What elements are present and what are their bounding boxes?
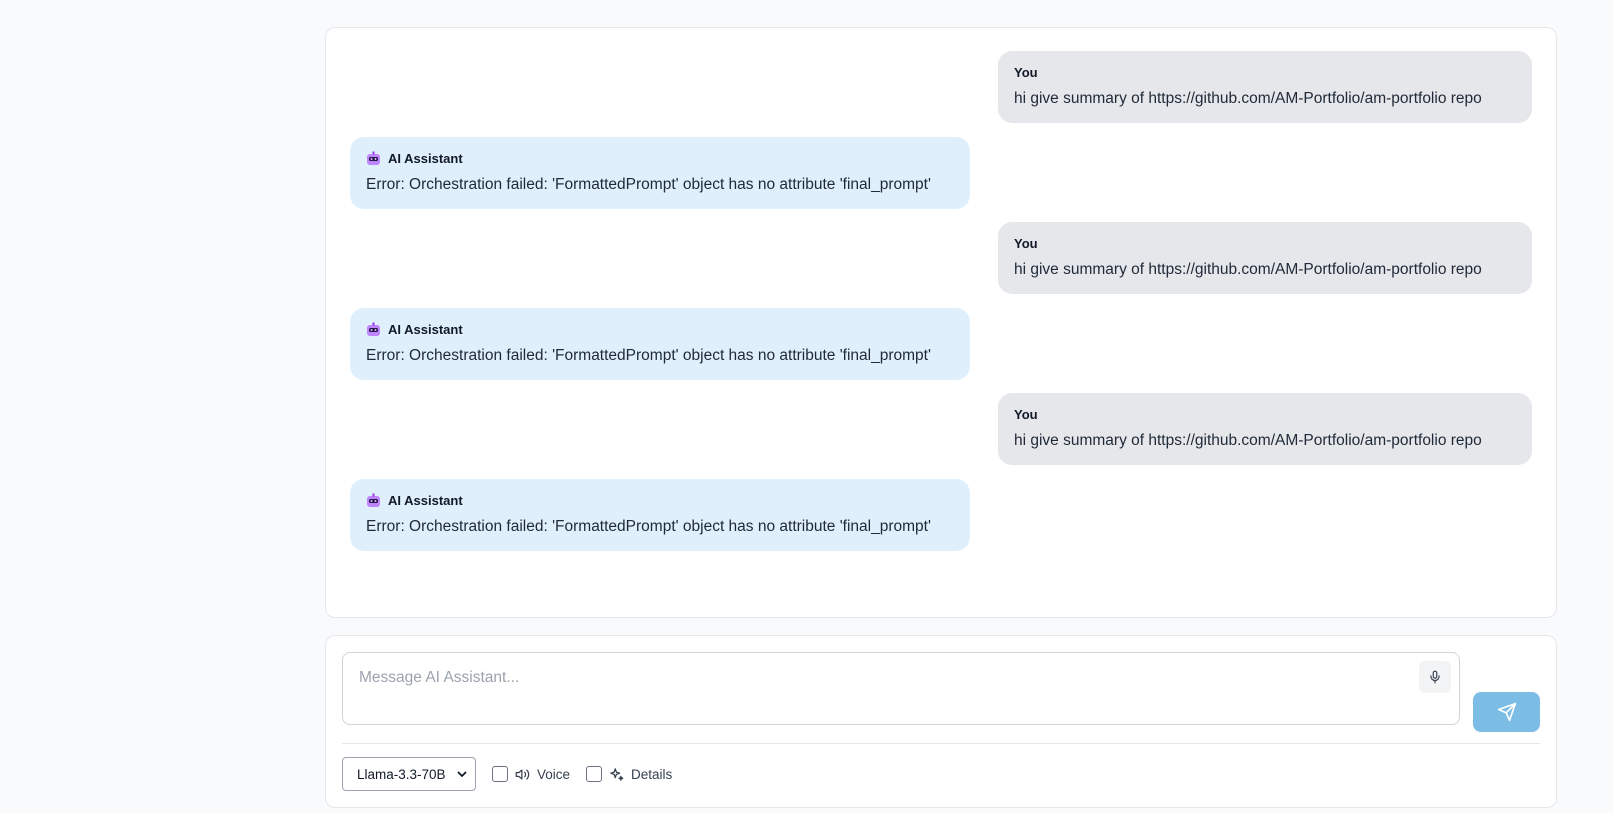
robot-icon xyxy=(366,493,381,508)
microphone-button[interactable] xyxy=(1419,661,1451,693)
assistant-message: AI Assistant Error: Orchestration failed… xyxy=(350,308,970,380)
send-icon xyxy=(1497,702,1517,722)
voice-checkbox[interactable] xyxy=(492,766,508,782)
message-text: Error: Orchestration failed: 'FormattedP… xyxy=(366,347,931,364)
message-input-box xyxy=(342,652,1460,725)
message-text: hi give summary of https://github.com/AM… xyxy=(1014,432,1482,449)
details-toggle[interactable]: Details xyxy=(586,766,672,782)
user-message: You hi give summary of https://github.co… xyxy=(998,51,1532,123)
microphone-icon xyxy=(1428,670,1442,684)
voice-label: Voice xyxy=(537,766,571,782)
message-sender: You xyxy=(1014,235,1038,251)
chevron-down-icon xyxy=(457,769,467,779)
composer-controls: Llama-3.3-70B Voice Details xyxy=(342,757,672,791)
chat-messages-panel[interactable]: You hi give summary of https://github.co… xyxy=(325,27,1557,618)
divider xyxy=(342,743,1540,744)
user-message: You hi give summary of https://github.co… xyxy=(998,222,1532,294)
send-button[interactable] xyxy=(1473,692,1540,732)
message-text: Error: Orchestration failed: 'FormattedP… xyxy=(366,176,931,193)
message-sender: You xyxy=(1014,64,1038,80)
details-checkbox[interactable] xyxy=(586,766,603,782)
assistant-message: AI Assistant Error: Orchestration failed… xyxy=(350,137,970,209)
message-sender: AI Assistant xyxy=(388,321,463,337)
details-label: Details xyxy=(631,766,673,782)
robot-icon xyxy=(366,322,381,337)
message-text: hi give summary of https://github.com/AM… xyxy=(1014,261,1482,278)
message-sender: AI Assistant xyxy=(388,150,463,166)
assistant-message: AI Assistant Error: Orchestration failed… xyxy=(350,479,970,551)
message-sender: AI Assistant xyxy=(388,492,463,508)
message-sender: You xyxy=(1014,406,1038,422)
robot-icon xyxy=(366,151,381,166)
model-select[interactable]: Llama-3.3-70B xyxy=(342,757,476,791)
message-input[interactable] xyxy=(343,653,1459,724)
message-composer: Llama-3.3-70B Voice xyxy=(325,635,1557,808)
message-text: hi give summary of https://github.com/AM… xyxy=(1014,90,1482,107)
speaker-icon xyxy=(515,767,530,782)
message-text: Error: Orchestration failed: 'FormattedP… xyxy=(366,518,931,535)
user-message: You hi give summary of https://github.co… xyxy=(998,393,1532,465)
model-select-value: Llama-3.3-70B xyxy=(357,766,446,782)
voice-toggle[interactable]: Voice xyxy=(492,766,570,782)
sparkles-icon xyxy=(609,767,624,782)
